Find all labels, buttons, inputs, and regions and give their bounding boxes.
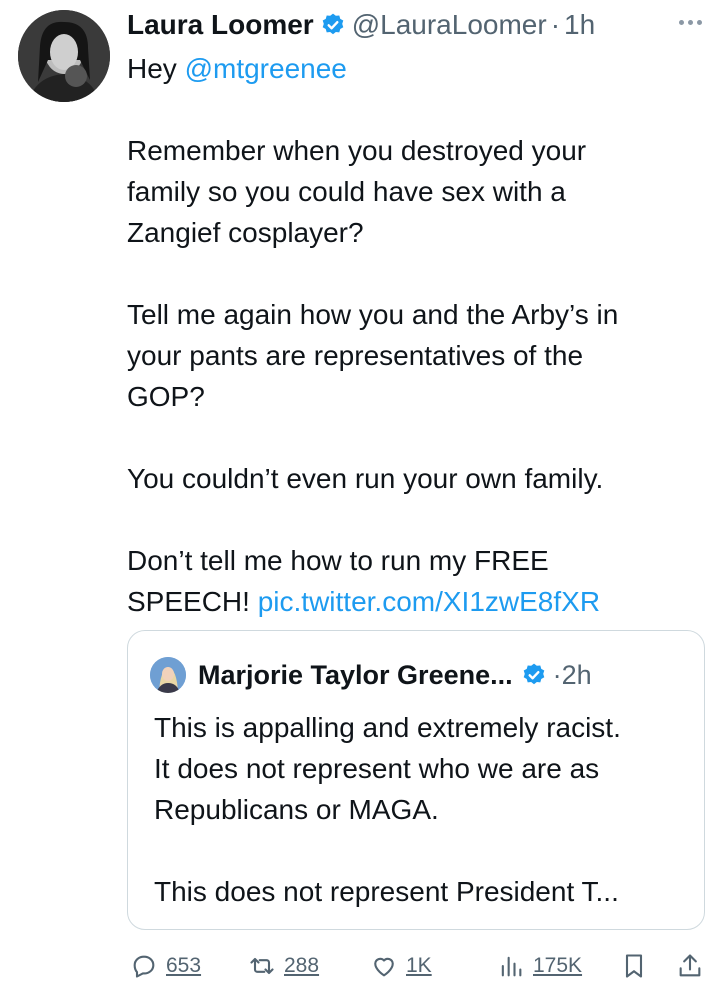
quoted-tweet-text: This is appalling and extremely racist. … [154, 707, 694, 912]
verified-badge-icon [523, 663, 544, 685]
mention-link[interactable]: @mtgreenee [185, 53, 347, 84]
retweet-button[interactable]: 288 [248, 946, 319, 986]
tweet-line: Zangief cosplayer? [127, 217, 364, 248]
retweet-count: 288 [284, 954, 320, 977]
quoted-line: It does not represent who we are as [154, 753, 600, 784]
view-count: 175K [533, 954, 583, 977]
retweet-icon [250, 957, 274, 975]
quoted-line: This does not represent President T... [154, 876, 619, 907]
bookmark-icon [625, 954, 643, 978]
quoted-author-name[interactable]: Marjorie Taylor Greene... [198, 660, 513, 691]
views-button[interactable]: 175K [497, 946, 582, 986]
verified-badge-icon [322, 13, 343, 35]
author-handle[interactable]: @LauraLoomer [352, 9, 547, 41]
quoted-timestamp[interactable]: 2h [562, 660, 592, 691]
tweet-line: You couldn’t even run your own family. [127, 463, 604, 494]
header-separator: · [550, 9, 561, 40]
tweet-timestamp[interactable]: 1h [564, 9, 595, 41]
action-bar: 653 288 1K 175K [130, 946, 710, 986]
reply-button[interactable]: 653 [130, 946, 201, 986]
tweet-line: SPEECH! pic.twitter.com/XI1zwE8fXR [127, 581, 707, 622]
tweet-line: GOP? [127, 381, 205, 412]
reply-icon [133, 955, 155, 978]
tweet-line: your pants are representatives of the [127, 340, 584, 371]
share-icon [679, 954, 701, 977]
tweet-word: Hey [127, 53, 177, 84]
tweet-line: Tell me again how you and the Arby’s in [127, 299, 619, 330]
tweet-text: Hey @mtgreenee Remember when you destroy… [127, 48, 707, 622]
quoted-tweet-card[interactable]: Marjorie Taylor Greene... · 2h This is a… [127, 630, 705, 930]
bookmark-button[interactable] [620, 946, 648, 986]
heart-icon [374, 957, 394, 977]
like-button[interactable]: 1K [370, 946, 432, 986]
views-chart-icon [501, 956, 522, 977]
quoted-tweet-header: Marjorie Taylor Greene... · 2h [150, 657, 592, 693]
tweet-word: SPEECH! [127, 586, 250, 617]
quoted-line: Republicans or MAGA. [154, 794, 439, 825]
tweet-header: Laura Loomer @LauraLoomer · 1h [127, 5, 595, 45]
author-avatar[interactable] [18, 10, 110, 102]
like-count: 1K [406, 954, 432, 977]
tweet-line: Hey @mtgreenee [127, 48, 707, 89]
media-link[interactable]: pic.twitter.com/XI1zwE8fXR [258, 586, 600, 617]
tweet-line: Remember when you destroyed your [127, 135, 587, 166]
share-button[interactable] [676, 946, 704, 986]
quoted-line: This is appalling and extremely racist. [154, 712, 621, 743]
tweet-line: family so you could have sex with a [127, 176, 566, 207]
reply-count: 653 [166, 954, 202, 977]
quoted-separator: · [552, 659, 562, 690]
tweet-line: Don’t tell me how to run my FREE [127, 545, 549, 576]
more-options-icon[interactable] [672, 12, 708, 32]
author-name[interactable]: Laura Loomer [127, 9, 314, 41]
quoted-author-avatar[interactable] [150, 657, 186, 693]
